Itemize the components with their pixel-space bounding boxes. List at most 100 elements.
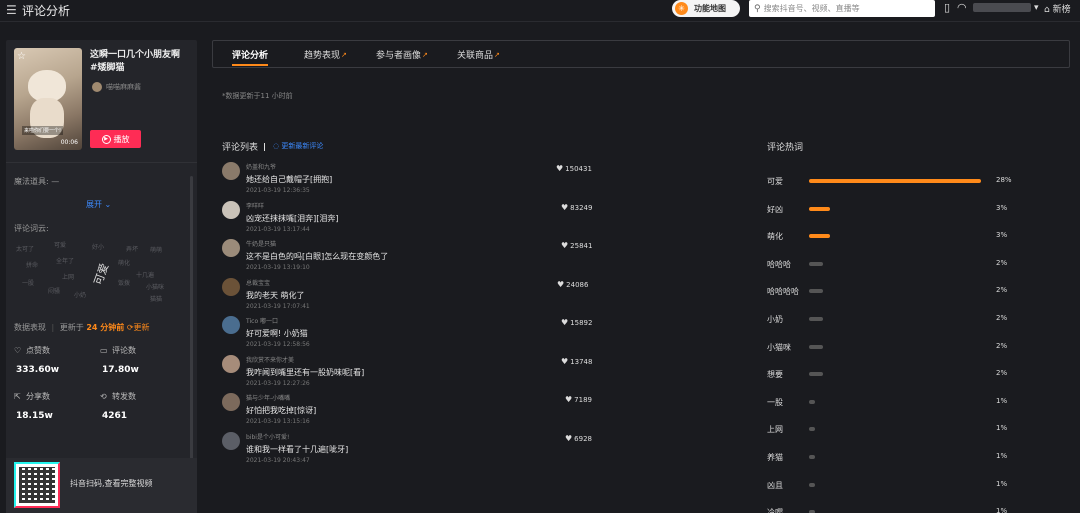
avatar[interactable]: [222, 316, 240, 334]
comment-user[interactable]: bibi是个小可爱!: [246, 432, 289, 441]
cloud-word: 十几遍: [136, 272, 155, 279]
search-box[interactable]: ⚲: [749, 0, 935, 17]
comments-value: 17.80w: [102, 365, 139, 375]
tab-trend[interactable]: 趋势表现 ↗: [304, 48, 347, 62]
star-icon[interactable]: ☆: [17, 51, 26, 62]
hotword-percent: 1%: [996, 452, 1008, 460]
avatar[interactable]: [222, 354, 240, 373]
hotword-percent: 2%: [996, 341, 1008, 350]
scrollbar[interactable]: [190, 176, 193, 501]
comment-likes: ♥ 25841: [561, 241, 592, 250]
phone-icon[interactable]: ▯: [944, 1, 950, 14]
hotword-label: 哈哈哈哈: [767, 287, 799, 297]
heart-icon: ♥: [561, 241, 569, 250]
arrow-icon: ↗: [422, 50, 428, 59]
cloud-word: 可爱: [54, 242, 67, 249]
menu-icon[interactable]: ☰: [6, 3, 17, 17]
comment-time: 2021-03-19 12:58:56: [246, 341, 310, 348]
avatar[interactable]: [222, 162, 240, 180]
top-bar: ☰ 评论分析 ✳ 功能地图 ⚲ ▯ ◠ ▾ ⌂ 新榜: [0, 0, 1080, 22]
cloud-word: 小猫咪: [146, 284, 165, 291]
chevron-down-icon[interactable]: ▾: [1034, 3, 1039, 13]
comment-row: 总裁宝宝 我的老天 萌化了 2021-03-19 17:07:41 ♥ 24086: [222, 277, 602, 314]
cloud-word: 太可了: [16, 246, 35, 253]
video-thumbnail[interactable]: ☆ 来啦你们要一个! 00:06: [14, 48, 82, 150]
comment-time: 2021-03-19 20:43:47: [246, 456, 310, 464]
likes-count: 25841: [570, 242, 593, 250]
tab-comment-analysis[interactable]: 评论分析: [232, 48, 269, 66]
cloud-word: 萌化: [118, 260, 131, 267]
search-input[interactable]: [763, 4, 924, 13]
comment-time: 2021-03-19 17:07:41: [246, 302, 310, 310]
comment-icon: ▭: [100, 346, 108, 355]
cloud-word-main: 可爱: [91, 261, 112, 287]
hotword-percent: 3%: [996, 231, 1008, 240]
hotword-row: 好凶 3%: [767, 204, 1067, 214]
video-title[interactable]: 这瞬一口几个小朋友啊 #矮脚猫: [90, 49, 190, 75]
function-map-button[interactable]: ✳ 功能地图: [672, 0, 740, 17]
hotword-label: 想要: [767, 370, 783, 380]
play-label: 播放: [113, 134, 130, 144]
hotword-row: 萌化 3%: [767, 231, 1067, 241]
hotword-percent: 1%: [996, 479, 1008, 488]
comment-list-title: 评论列表: [222, 140, 271, 153]
refresh-icon: ◌: [273, 142, 280, 150]
comment-user[interactable]: 牛奶是只猫: [246, 239, 276, 248]
user-account[interactable]: [973, 3, 1031, 12]
likes-value: 333.60w: [16, 365, 60, 375]
heart-icon: ♥: [557, 279, 565, 289]
tab-label: 关联商品: [457, 51, 494, 61]
play-icon: ▶: [101, 134, 111, 144]
updated-prefix: 更新于: [59, 323, 84, 332]
headset-icon[interactable]: ◠: [957, 1, 967, 14]
shares-value: 18.15w: [16, 411, 53, 421]
share-icon: ⇱: [14, 392, 21, 401]
hotword-percent: 28%: [996, 176, 1012, 184]
comment-user[interactable]: Tico 嘟一口: [246, 316, 278, 325]
avatar[interactable]: [222, 239, 240, 257]
comment-user[interactable]: 我欣赏不来你才美: [246, 355, 294, 364]
hotword-bar: [809, 427, 815, 432]
refresh-comments-label: 更新最新评论: [281, 142, 324, 150]
data-label: 数据表现: [14, 323, 46, 332]
avatar[interactable]: [222, 431, 240, 450]
comment-likes: ♥ 83249: [561, 203, 592, 212]
title-divider: [264, 143, 266, 151]
comment-user[interactable]: 李咩咩: [246, 201, 264, 210]
video-author[interactable]: 喵喵麻麻酱: [92, 82, 141, 92]
avatar[interactable]: [222, 200, 240, 219]
heart-icon: ♥: [565, 395, 573, 404]
comment-user[interactable]: 奶盖和九爷: [246, 162, 276, 171]
divider: [6, 162, 197, 163]
comment-user[interactable]: 总裁宝宝: [246, 278, 270, 287]
newbang-link[interactable]: ⌂ 新榜: [1044, 2, 1071, 15]
hotword-percent: 2%: [996, 286, 1008, 295]
comment-likes: ♥ 13748: [561, 357, 592, 366]
hotword-percent: 2%: [996, 314, 1008, 322]
play-button[interactable]: ▶ 播放: [90, 130, 141, 148]
likes-count: 150431: [565, 165, 592, 173]
avatar[interactable]: [222, 393, 240, 411]
comment-likes: ♥ 15892: [561, 318, 592, 327]
search-icon: ⚲: [754, 3, 761, 14]
hotword-bar: [809, 455, 815, 459]
avatar[interactable]: [222, 277, 240, 296]
comment-text: 她还给自己戴帽子[拥抱]: [246, 175, 333, 184]
hotword-label: 可爱: [767, 177, 783, 186]
likes-label: 点赞数: [26, 346, 50, 355]
expand-link[interactable]: 展开 ⌄: [86, 199, 111, 210]
comment-time: 2021-03-19 13:17:44: [246, 225, 310, 233]
tab-label: 趋势表现: [304, 51, 341, 61]
comment-text: 好可爱啊! 小奶猫: [246, 329, 308, 338]
tab-related-products[interactable]: 关联商品 ↗: [457, 48, 500, 62]
updated-time: 24 分钟前: [86, 323, 125, 332]
hotword-percent: 1%: [996, 424, 1008, 433]
hotword-row: 小奶 2%: [767, 314, 1067, 324]
comment-user[interactable]: 猫与少年-小嘴嘴: [246, 393, 290, 402]
tab-label: 评论分析: [232, 51, 269, 61]
tab-participants[interactable]: 参与者画像 ↗: [376, 48, 428, 62]
likes-count: 83249: [570, 203, 593, 212]
refresh-button[interactable]: ⟳更新: [127, 323, 150, 332]
magic-prop-label: 魔法道具: —: [14, 177, 60, 186]
refresh-comments-link[interactable]: ◌ 更新最新评论: [273, 141, 323, 151]
